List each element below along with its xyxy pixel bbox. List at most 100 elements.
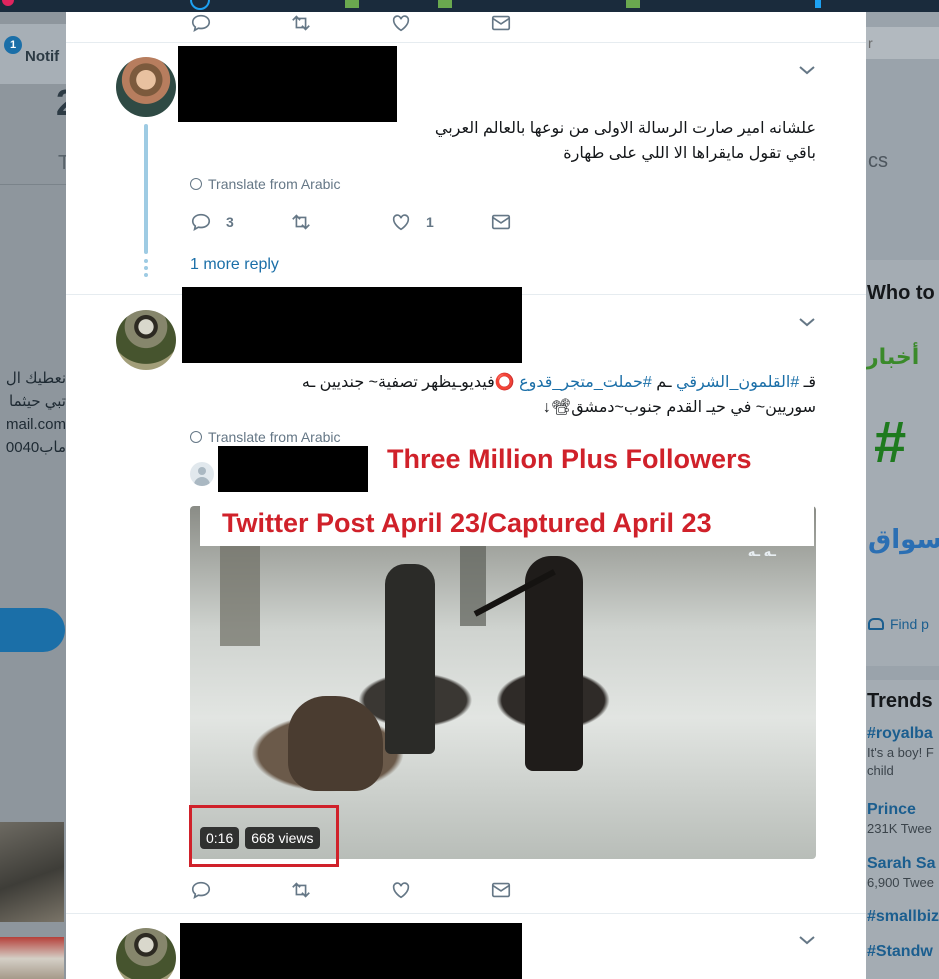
trend-name: Sarah Sa: [867, 855, 936, 872]
avatar-logo-text: سواق: [868, 524, 939, 554]
media-thumbnail[interactable]: [0, 937, 64, 979]
reply-button[interactable]: [190, 12, 290, 34]
right-sidebar: r cs Who to أخبار # سواق Find p Trends #…: [866, 12, 939, 979]
reply-button[interactable]: 3: [190, 211, 290, 233]
bio-line: نعطيك ال: [5, 370, 66, 387]
retweet-button[interactable]: [290, 12, 390, 34]
globe-icon: [190, 178, 202, 190]
search-placeholder: r: [868, 35, 873, 51]
trend-item[interactable]: #smallbiz: [867, 907, 939, 927]
translate-link[interactable]: Translate from Arabic: [190, 176, 341, 192]
chevron-down-icon[interactable]: [798, 316, 816, 328]
nav-green-icon[interactable]: [345, 0, 359, 8]
trend-item[interactable]: #Standw: [867, 942, 933, 962]
retweet-button[interactable]: [290, 879, 390, 901]
video-frame-detail: [385, 564, 435, 754]
avatar[interactable]: [116, 57, 176, 117]
tweet-text: علشانه امير صارت الرسالة الاولى من نوعها…: [366, 116, 816, 166]
trend-item[interactable]: #royalba It's a boy! F child: [867, 724, 934, 780]
quoted-user-avatar[interactable]: [190, 462, 214, 486]
bio-line: mail.com: [5, 416, 66, 433]
dm-button[interactable]: [490, 879, 590, 901]
like-button[interactable]: 1: [390, 211, 490, 233]
envelope-icon: [491, 882, 511, 898]
avatar[interactable]: [116, 310, 176, 370]
redacted-username: [218, 446, 368, 492]
more-replies-link[interactable]: 1 more reply: [190, 256, 279, 274]
trend-item[interactable]: Sarah Sa 6,900 Twee: [867, 854, 935, 892]
heart-icon: [392, 882, 410, 899]
avatar-logo-text: أخبار: [866, 344, 920, 369]
tweet-text-line: سوريين~ في حيـ القدم جنوب~دمشق📽↓: [542, 399, 816, 416]
hashtag-link[interactable]: #حملت_متجر_قدوع: [519, 374, 652, 391]
find-people-label: Find p: [890, 616, 929, 632]
trend-name: #royalba: [867, 725, 933, 742]
annotation-highlight-box: [189, 805, 339, 867]
heart-icon: [392, 15, 410, 32]
text-segment: قـ: [799, 374, 816, 391]
top-nav-bar: [0, 0, 939, 12]
trend-meta: 6,900 Twee: [867, 875, 934, 890]
stat-label: T: [58, 152, 66, 174]
tweet-text: قـ #القلمون_الشرقي ـم #حملت_متجر_قدوع ⭕ف…: [216, 370, 816, 420]
search-input[interactable]: r: [866, 27, 939, 59]
redacted-username: [180, 923, 522, 979]
hashtag-avatar-icon[interactable]: #: [874, 414, 906, 472]
thread-line: [144, 124, 148, 254]
people-icon: [868, 618, 884, 630]
annotation-followers: Three Million Plus Followers: [387, 444, 752, 474]
left-sidebar: 1 Notif 2 T نعطيك ال تبي حيثما mail.com …: [0, 12, 66, 979]
thread-dot: [144, 266, 148, 270]
avatar[interactable]: [116, 928, 176, 979]
divider: [66, 913, 866, 914]
retweet-button[interactable]: [290, 211, 390, 233]
globe-icon: [190, 431, 202, 443]
like-button[interactable]: [390, 879, 490, 901]
annotation-caption: Twitter Post April 23/Captured April 23: [222, 508, 712, 538]
find-people-link[interactable]: Find p: [868, 616, 929, 632]
translate-label: Translate from Arabic: [208, 176, 341, 192]
notifications-tab[interactable]: 1 Notif: [0, 24, 66, 84]
reply-icon: [191, 881, 211, 899]
divider: [0, 184, 66, 185]
retweet-icon: [292, 882, 310, 898]
suggested-account-avatar[interactable]: أخبار: [866, 332, 928, 388]
reply-icon: [191, 213, 211, 231]
retweet-icon: [292, 214, 310, 230]
tweet-actions: 3 1: [190, 211, 590, 233]
chevron-down-icon[interactable]: [798, 934, 816, 946]
media-thumbnail[interactable]: [0, 822, 64, 922]
nav-green-icon[interactable]: [626, 0, 640, 8]
dm-button[interactable]: [490, 211, 590, 233]
like-button[interactable]: [390, 12, 490, 34]
video-watermark: ـه ـه: [747, 544, 776, 559]
trend-name: Prince: [867, 801, 916, 818]
tweet-actions: [190, 12, 590, 34]
retweet-icon: [292, 15, 310, 31]
dm-button[interactable]: [490, 12, 590, 34]
nav-blue-icon[interactable]: [815, 0, 821, 8]
hashtag-link[interactable]: #القلمون_الشرقي: [676, 374, 799, 391]
reply-icon: [191, 14, 211, 32]
notification-count-badge: 1: [4, 36, 22, 54]
tweet-actions: [190, 879, 590, 901]
text-segment: ⭕فيديوـيظهر تصفية~ جنديين ـه: [301, 374, 520, 391]
timeline-column: علشانه امير صارت الرسالة الاولى من نوعها…: [66, 12, 866, 979]
text-segment: ـم: [651, 374, 677, 391]
nav-circle-icon[interactable]: [190, 0, 210, 10]
tweet-text-line: علشانه امير صارت الرسالة الاولى من نوعها…: [434, 120, 816, 137]
bio-line: تبي حيثما: [9, 393, 66, 410]
chevron-down-icon[interactable]: [798, 64, 816, 76]
trend-meta: It's a boy! F: [867, 745, 934, 760]
stat-number: 2: [56, 82, 66, 124]
follow-button[interactable]: [0, 608, 65, 652]
trend-item[interactable]: Prince 231K Twee: [867, 800, 932, 838]
reply-button[interactable]: [190, 879, 290, 901]
nav-green-icon[interactable]: [438, 0, 452, 8]
suggested-account-avatar[interactable]: سواق: [866, 512, 939, 572]
app-icon[interactable]: [2, 0, 14, 6]
envelope-icon: [491, 15, 511, 31]
bio-line: ماب0040: [5, 439, 66, 456]
reply-count: 3: [226, 214, 234, 230]
translate-link[interactable]: Translate from Arabic: [190, 429, 341, 445]
